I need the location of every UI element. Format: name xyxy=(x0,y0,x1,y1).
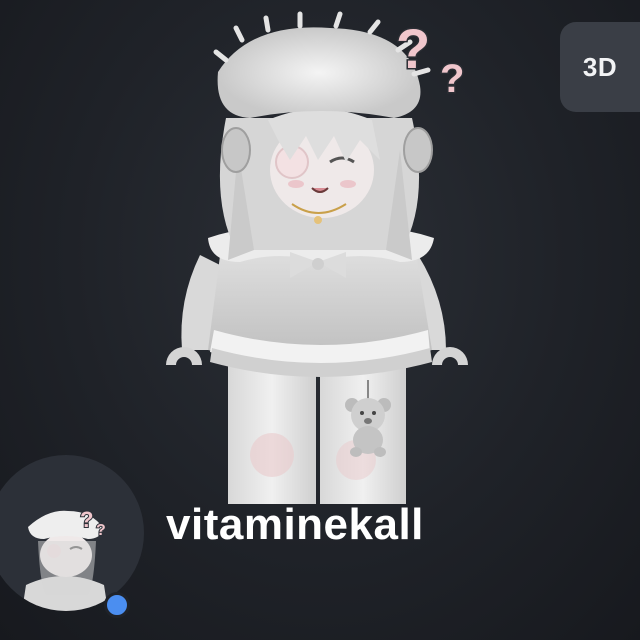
view-3d-button[interactable]: 3D xyxy=(560,22,640,112)
svg-text:?: ? xyxy=(80,507,93,532)
online-status-indicator xyxy=(104,592,130,618)
svg-text:?: ? xyxy=(440,57,464,101)
svg-text:?: ? xyxy=(396,17,430,80)
svg-text:?: ? xyxy=(96,522,106,539)
view-3d-label: 3D xyxy=(582,51,618,82)
question-marks-icon: ? ? xyxy=(395,16,466,103)
username-label: vitaminekall xyxy=(166,500,424,549)
